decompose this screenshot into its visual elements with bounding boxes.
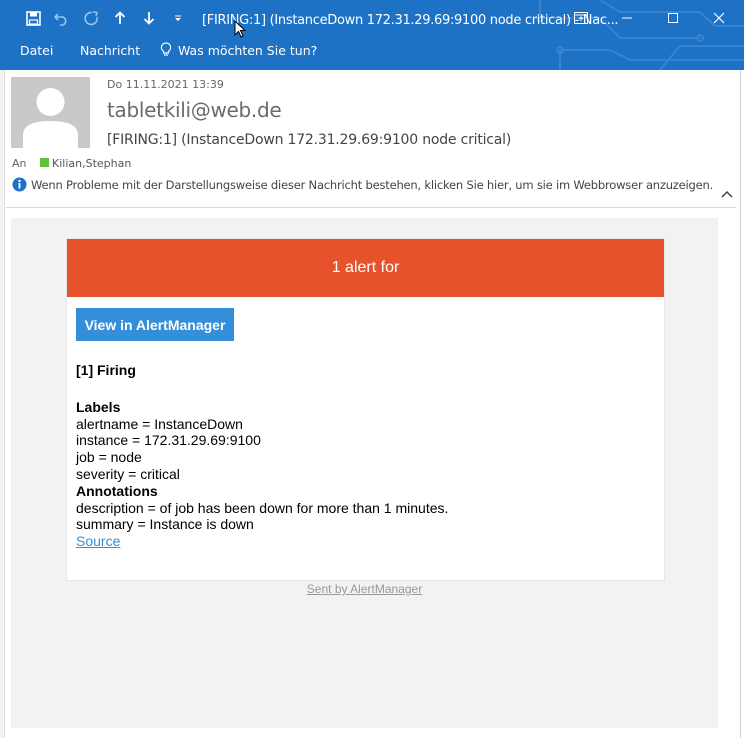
label-line: job = node: [76, 449, 142, 466]
footer-link[interactable]: Sent by AlertManager: [11, 582, 718, 596]
alert-details: [1] Firing Labels alertname = InstanceDo…: [76, 362, 448, 550]
undo-icon[interactable]: [51, 9, 73, 27]
presence-indicator: [40, 158, 49, 167]
labels-heading: Labels: [76, 398, 121, 415]
message-body: 1 alert for View in AlertManager [1] Fir…: [11, 218, 718, 728]
customize-icon[interactable]: [167, 9, 189, 27]
firing-heading: [1] Firing: [76, 362, 136, 378]
cursor-icon: [234, 20, 246, 38]
label-line: severity = critical: [76, 465, 180, 482]
message-subject: [FIRING:1] (InstanceDown 172.31.29.69:91…: [107, 132, 512, 148]
label-line: instance = 172.31.29.69:9100: [76, 432, 261, 449]
annotations-heading: Annotations: [76, 482, 158, 499]
lightbulb-icon: [160, 42, 172, 62]
message-date: Do 11.11.2021 13:39: [107, 78, 224, 91]
right-edge: [740, 70, 744, 738]
annotation-line: description = of job has been down for m…: [76, 499, 449, 516]
alert-banner: 1 alert for: [67, 239, 664, 297]
sender-address[interactable]: tabletkili@web.de: [107, 98, 282, 122]
down-arrow-icon[interactable]: [138, 9, 160, 27]
tab-file[interactable]: Datei: [20, 43, 53, 58]
tab-message[interactable]: Nachricht: [80, 43, 140, 58]
chevron-up-icon[interactable]: [720, 188, 734, 200]
close-icon[interactable]: [704, 7, 734, 29]
maximize-icon[interactable]: [658, 7, 688, 29]
title-bar: [FIRING:1] (InstanceDown 172.31.29.69:91…: [0, 0, 744, 70]
alert-card: 1 alert for View in AlertManager [1] Fir…: [66, 238, 665, 581]
to-label: An: [12, 157, 27, 170]
recipient-name[interactable]: Kilian,Stephan: [52, 157, 131, 170]
restore-ribbon-icon[interactable]: [566, 7, 596, 29]
tell-me-search[interactable]: Was möchten Sie tun?: [178, 43, 317, 58]
view-in-alertmanager-button[interactable]: View in AlertManager: [76, 308, 234, 341]
left-edge: [0, 70, 5, 738]
annotation-line: summary = Instance is down: [76, 516, 254, 533]
header-divider: [6, 207, 736, 208]
redo-icon[interactable]: [80, 9, 102, 27]
browser-view-infobar[interactable]: Wenn Probleme mit der Darstellungsweise …: [31, 178, 713, 192]
source-link[interactable]: Source: [76, 533, 448, 550]
window-title: [FIRING:1] (InstanceDown 172.31.29.69:91…: [202, 13, 619, 28]
save-icon[interactable]: [22, 9, 44, 27]
person-icon: [23, 88, 78, 148]
label-line: alertname = InstanceDown: [76, 415, 243, 432]
info-icon: [12, 177, 27, 192]
up-arrow-icon[interactable]: [109, 9, 131, 27]
avatar: [11, 77, 90, 148]
minimize-icon[interactable]: [612, 7, 642, 29]
